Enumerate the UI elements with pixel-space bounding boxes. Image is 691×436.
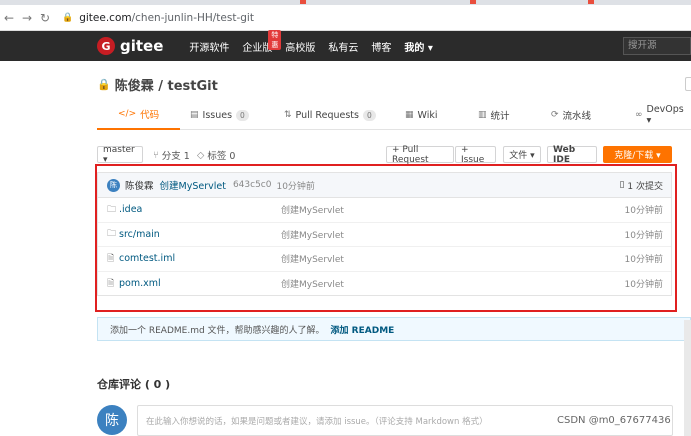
browser-address-bar: ← → ↻ 🔒 gitee.com/chen-junlin-HH/test-gi… bbox=[0, 5, 691, 31]
forward-icon[interactable]: → bbox=[18, 11, 36, 25]
tags-label: 标签 0 bbox=[207, 151, 236, 162]
readme-notice-text: 添加一个 README.md 文件，帮助感兴趣的人了解。 bbox=[110, 325, 325, 336]
tab-issues[interactable]: ▤ Issues 0 bbox=[190, 100, 249, 130]
nav-education[interactable]: 高校版 bbox=[285, 39, 315, 54]
tab-wiki[interactable]: ▦ Wiki bbox=[405, 100, 437, 130]
tab-pull-requests-label: Pull Requests bbox=[295, 109, 359, 121]
nav-private-cloud[interactable]: 私有云 bbox=[328, 39, 358, 54]
tab-wiki-label: Wiki bbox=[417, 109, 438, 121]
tab-pipeline-label: 流水线 bbox=[562, 111, 592, 122]
promo-badge: 特惠 bbox=[268, 29, 282, 50]
stats-icon: ▥ bbox=[478, 110, 487, 120]
gitee-logo-icon: G bbox=[97, 37, 115, 55]
scrollbar[interactable] bbox=[684, 320, 691, 436]
repo-name[interactable]: 陈俊霖 / testGit bbox=[115, 75, 218, 94]
repo-title: 🔒 陈俊霖 / testGit bbox=[97, 75, 218, 94]
tab-pull-requests[interactable]: ⇅ Pull Requests 0 bbox=[284, 100, 376, 130]
highlight-frame bbox=[95, 164, 677, 312]
branches-link[interactable]: ⑂ 分支 1 bbox=[153, 148, 190, 163]
url-field[interactable]: 🔒 gitee.com/chen-junlin-HH/test-git bbox=[62, 12, 254, 24]
readme-notice: 添加一个 README.md 文件，帮助感兴趣的人了解。 添加 README bbox=[97, 317, 691, 341]
tab-devops-label: DevOps ▾ bbox=[646, 104, 684, 126]
nav-blog[interactable]: 博客 bbox=[371, 39, 391, 54]
private-lock-icon: 🔒 bbox=[97, 78, 111, 91]
tab-stats-label: 统计 bbox=[490, 111, 510, 122]
issues-count: 0 bbox=[236, 109, 249, 121]
avatar[interactable]: 陈 bbox=[97, 405, 127, 435]
branch-icon: ⑂ bbox=[153, 149, 159, 161]
add-readme-link[interactable]: 添加 README bbox=[331, 323, 395, 336]
search-input[interactable]: 搜开源 bbox=[623, 37, 691, 55]
top-nav: 开源软件 企业版 特惠 高校版 私有云 博客 我的 ▾ bbox=[189, 29, 446, 54]
nav-enterprise[interactable]: 企业版 特惠 bbox=[242, 29, 282, 54]
pipeline-icon: ⟳ bbox=[551, 110, 559, 120]
branch-select[interactable]: master ▾ bbox=[97, 145, 143, 165]
comments-title: 仓库评论 ( 0 ) bbox=[97, 378, 171, 391]
code-icon: </> bbox=[118, 109, 137, 119]
reload-icon[interactable]: ↻ bbox=[36, 11, 54, 25]
issues-icon: ▤ bbox=[190, 110, 199, 120]
new-pull-request-button[interactable]: + Pull Request bbox=[386, 145, 454, 165]
clone-download-button[interactable]: 克隆/下载 ▾ bbox=[603, 146, 672, 163]
web-ide-button[interactable]: Web IDE bbox=[547, 145, 597, 165]
pull-request-icon: ⇅ bbox=[284, 110, 292, 120]
tab-devops[interactable]: ∞ DevOps ▾ bbox=[635, 100, 691, 130]
new-issue-button[interactable]: + Issue bbox=[455, 145, 496, 165]
tab-pipeline[interactable]: ⟳ 流水线 bbox=[551, 100, 591, 130]
wiki-icon: ▦ bbox=[405, 110, 414, 120]
back-icon[interactable]: ← bbox=[0, 11, 18, 25]
pull-requests-count: 0 bbox=[362, 109, 376, 121]
url-host: gitee.com bbox=[79, 11, 132, 24]
gitee-logo[interactable]: G gitee bbox=[97, 37, 163, 55]
tags-link[interactable]: ◇ 标签 0 bbox=[197, 148, 236, 163]
lock-icon: 🔒 bbox=[62, 12, 74, 23]
repo-toolbar: master ▾ ⑂ 分支 1 ◇ 标签 0 + Pull Request + Is… bbox=[97, 145, 672, 165]
url-path: /chen-junlin-HH/test-git bbox=[131, 11, 254, 24]
gitee-logo-text: gitee bbox=[120, 37, 164, 55]
branches-label: 分支 1 bbox=[161, 151, 190, 162]
tab-code-label: 代码 bbox=[140, 110, 160, 121]
site-header: G gitee 开源软件 企业版 特惠 高校版 私有云 博客 我的 ▾ 搜开源 bbox=[0, 29, 691, 61]
nav-open-source[interactable]: 开源软件 bbox=[189, 39, 229, 54]
tab-issues-label: Issues bbox=[202, 109, 233, 121]
watermark: CSDN @m0_67677436 bbox=[557, 415, 671, 426]
nav-mine[interactable]: 我的 ▾ bbox=[404, 39, 433, 54]
repo-tabs: </> 代码 ▤ Issues 0 ⇅ Pull Requests 0 ▦ Wiki ▥ 统计… bbox=[97, 100, 691, 130]
tab-code[interactable]: </> 代码 bbox=[97, 100, 181, 130]
tag-icon: ◇ bbox=[197, 149, 205, 161]
devops-icon: ∞ bbox=[635, 110, 643, 120]
watch-button[interactable] bbox=[685, 77, 691, 91]
tab-stats[interactable]: ▥ 统计 bbox=[478, 100, 510, 130]
file-menu-button[interactable]: 文件 ▾ bbox=[503, 146, 541, 163]
